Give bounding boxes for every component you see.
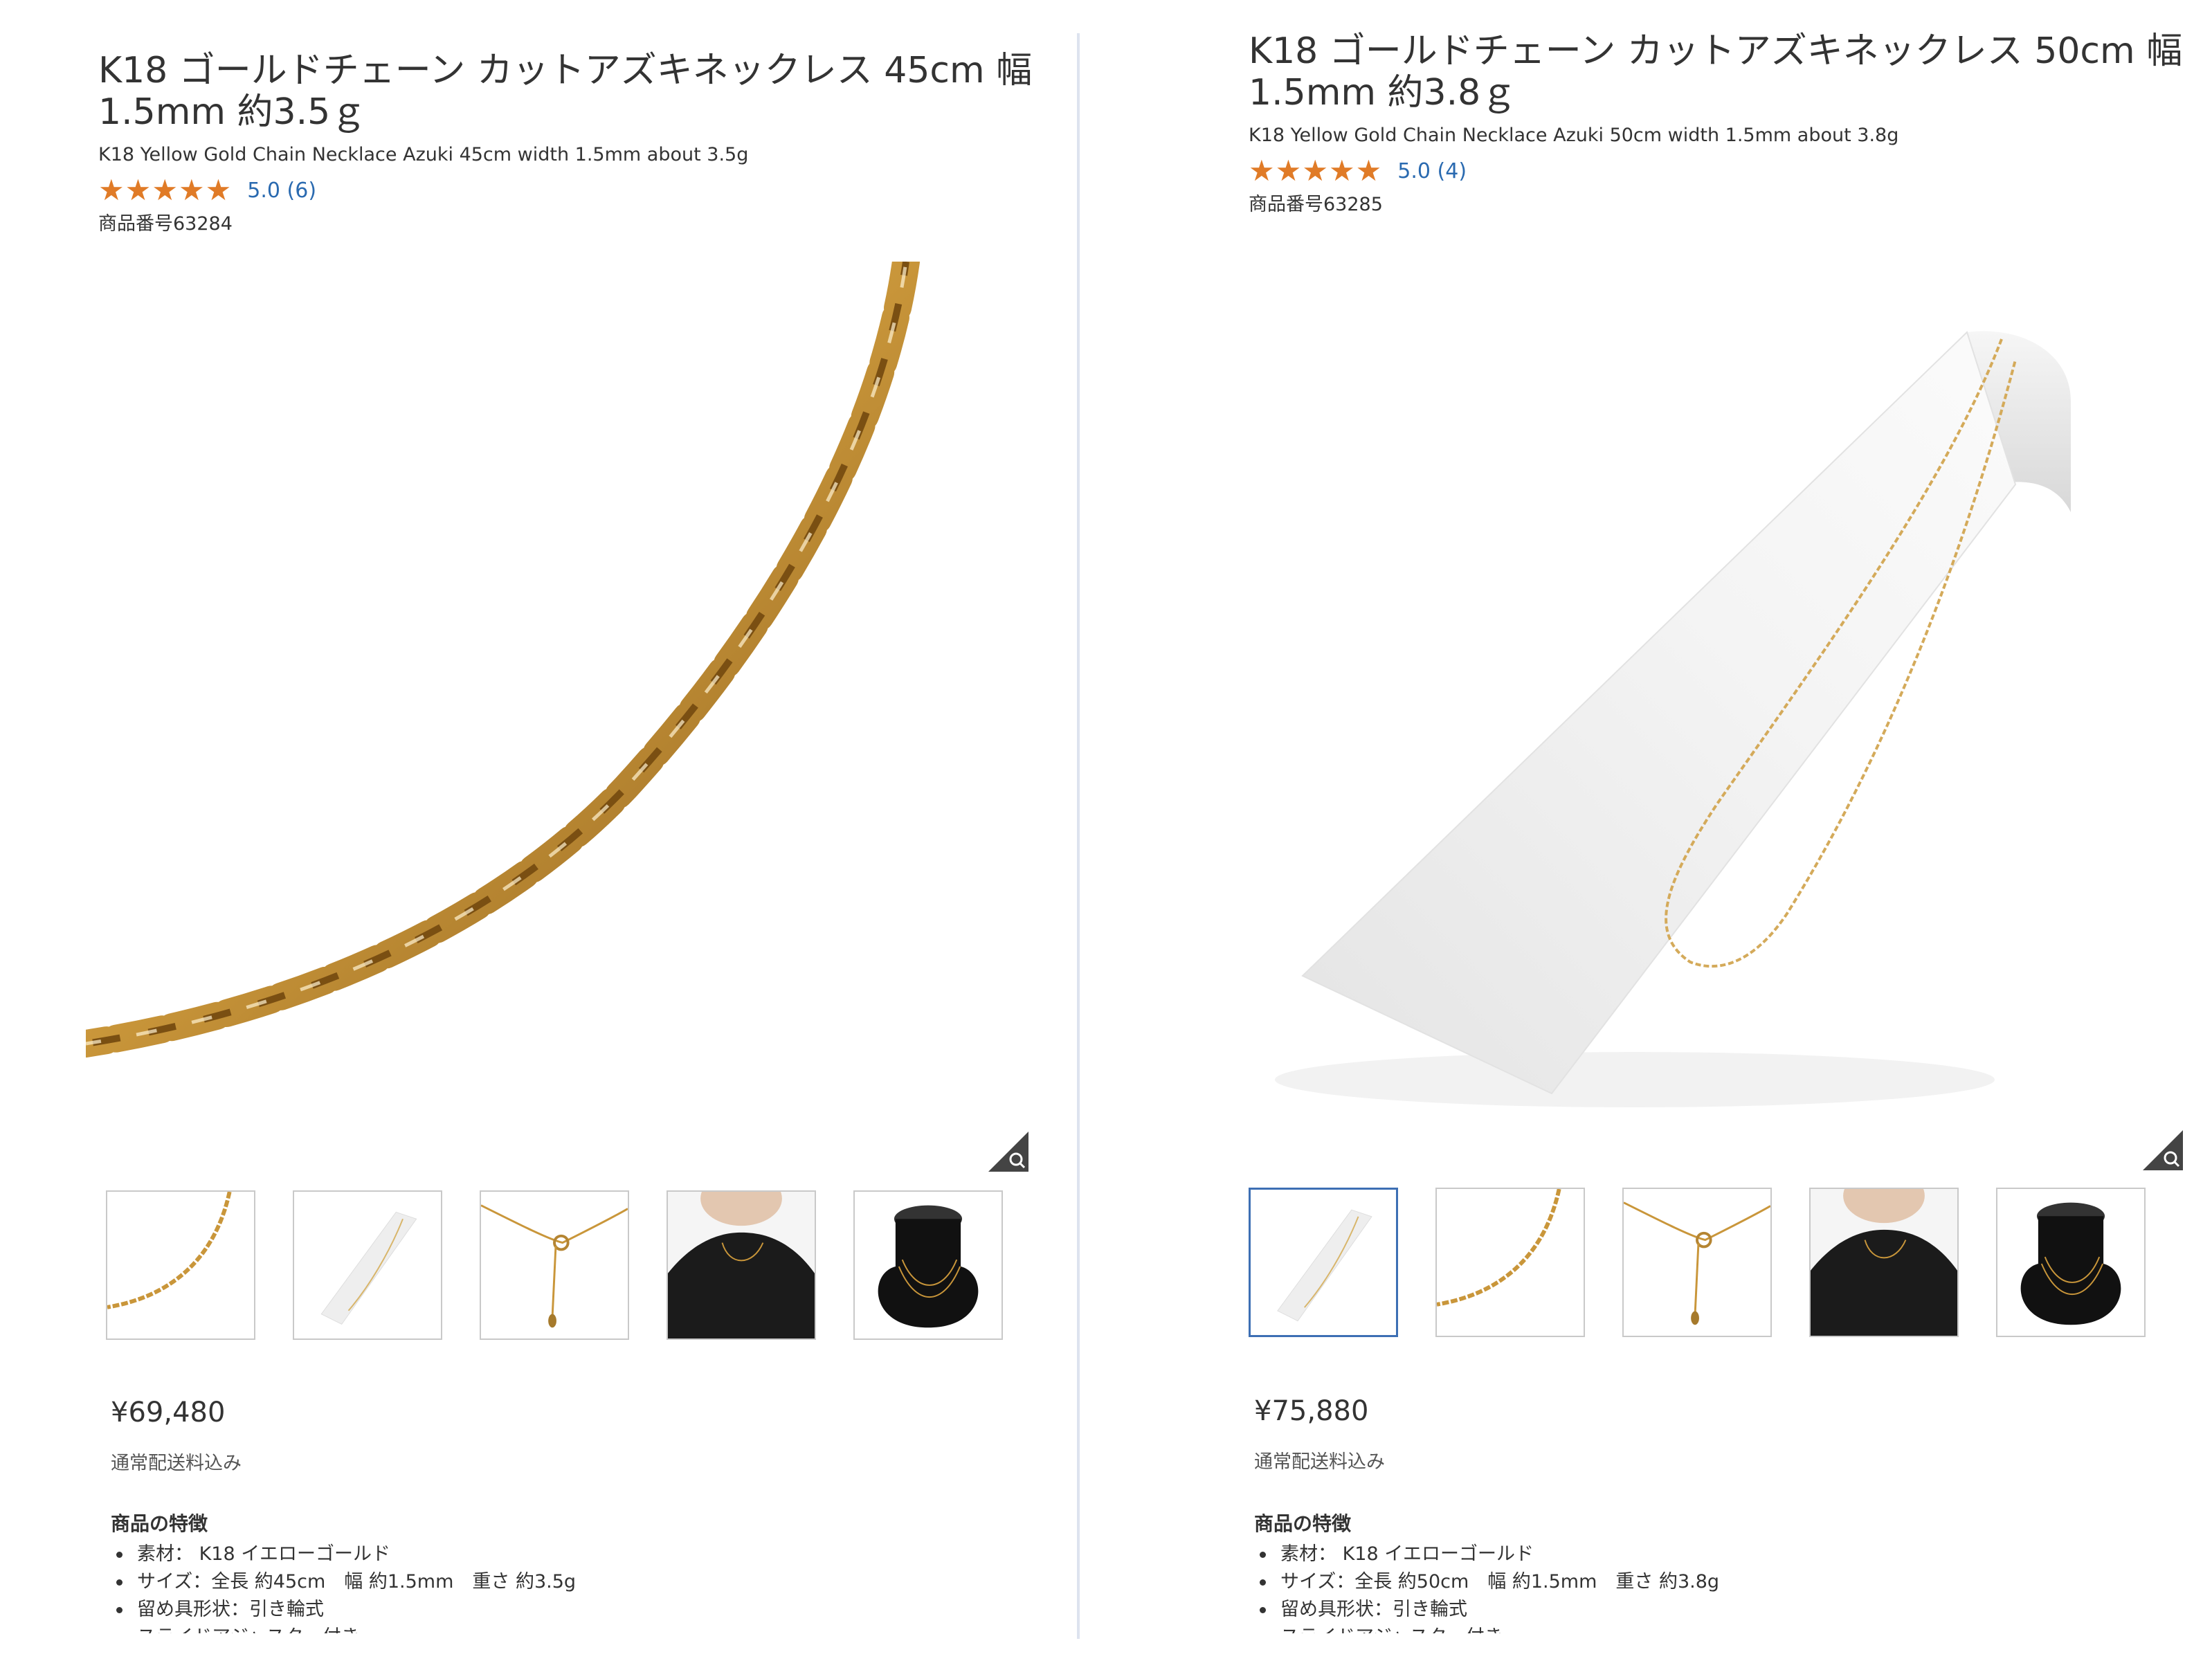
- title-line-2: 1.5mm 約3.8ｇ: [1249, 72, 1517, 114]
- product-number: 商品番号63284: [98, 213, 233, 235]
- star-icon: ★: [1328, 154, 1355, 188]
- star-icon: ★: [178, 173, 205, 207]
- thumbnail-strip: [106, 1190, 1040, 1340]
- product-header: K18 ゴールドチェーン カットアズキネックレス 45cm 幅 1.5mm 約3…: [98, 50, 1040, 235]
- star-icon: ★: [1249, 154, 1275, 188]
- review-count-link[interactable]: 5.0 (6): [247, 179, 316, 203]
- rating-row[interactable]: ★ ★ ★ ★ ★ 5.0 (4): [1249, 156, 2212, 186]
- feature-item: 素材： K18 イエローゴールド: [1254, 1541, 1719, 1568]
- features-list: 素材： K18 イエローゴールド サイズ：全長 約50cm 幅 約1.5mm 重…: [1254, 1541, 1719, 1633]
- product-title: K18 ゴールドチェーン カットアズキネックレス 45cm 幅 1.5mm 約3…: [98, 50, 1040, 133]
- main-product-image[interactable]: [1220, 277, 2175, 1135]
- star-icon: ★: [205, 173, 232, 207]
- star-icon: ★: [152, 173, 178, 207]
- feature-item: サイズ：全長 約50cm 幅 約1.5mm 重さ 約3.8g: [1254, 1568, 1719, 1596]
- display-stand-image: [1275, 331, 2071, 1107]
- feature-item: スライドアジャスター付き: [1254, 1624, 1719, 1633]
- thumbnail-strip: [1249, 1188, 2183, 1337]
- thumbnail-model[interactable]: [667, 1190, 816, 1340]
- chain-closeup-image: [86, 262, 920, 1058]
- shipping-note: 通常配送料込み: [1254, 1451, 1385, 1473]
- product-subtitle: K18 Yellow Gold Chain Necklace Azuki 45c…: [98, 144, 749, 165]
- star-icon: ★: [1302, 154, 1328, 188]
- zoom-icon[interactable]: [988, 1132, 1028, 1172]
- title-line-1: K18 ゴールドチェーン カットアズキネックレス 50cm 幅: [1249, 30, 2183, 72]
- feature-item: 留め具形状：引き輪式: [111, 1596, 576, 1624]
- product-header: K18 ゴールドチェーン カットアズキネックレス 50cm 幅 1.5mm 約3…: [1249, 30, 2212, 216]
- thumbnail-chain-closeup[interactable]: [106, 1190, 255, 1340]
- title-line-2: 1.5mm 約3.5ｇ: [98, 91, 367, 133]
- price: ¥69,480: [111, 1397, 226, 1428]
- thumbnail-chain-closeup[interactable]: [1435, 1188, 1585, 1337]
- features-heading: 商品の特徴: [1254, 1512, 1352, 1535]
- thumbnail-clasp[interactable]: [480, 1190, 629, 1340]
- product-panel-45cm: K18 ゴールドチェーン カットアズキネックレス 45cm 幅 1.5mm 約3…: [0, 0, 1077, 1633]
- shipping-note: 通常配送料込み: [111, 1453, 242, 1474]
- thumbnail-model[interactable]: [1809, 1188, 1959, 1337]
- features-heading: 商品の特徴: [111, 1512, 208, 1535]
- thumbnail-display-stand[interactable]: [293, 1190, 442, 1340]
- product-panel-50cm: K18 ゴールドチェーン カットアズキネックレス 50cm 幅 1.5mm 約3…: [1081, 0, 2212, 1633]
- star-rating: ★ ★ ★ ★ ★: [1249, 156, 1382, 186]
- star-rating: ★ ★ ★ ★ ★: [98, 175, 232, 206]
- thumbnail-bust-display[interactable]: [853, 1190, 1003, 1340]
- star-icon: ★: [125, 173, 152, 207]
- panel-divider: [1077, 33, 1080, 1639]
- feature-item: スライドアジャスター付き: [111, 1624, 576, 1633]
- feature-item: サイズ：全長 約45cm 幅 約1.5mm 重さ 約3.5g: [111, 1568, 576, 1596]
- product-number: 商品番号63285: [1249, 194, 1383, 215]
- features-list: 素材： K18 イエローゴールド サイズ：全長 約45cm 幅 約1.5mm 重…: [111, 1541, 576, 1633]
- thumbnail-clasp[interactable]: [1622, 1188, 1772, 1337]
- main-product-image[interactable]: [86, 262, 1027, 1161]
- product-title: K18 ゴールドチェーン カットアズキネックレス 50cm 幅 1.5mm 約3…: [1249, 30, 2212, 114]
- star-icon: ★: [98, 173, 125, 207]
- thumbnail-display-stand[interactable]: [1249, 1188, 1398, 1337]
- title-line-1: K18 ゴールドチェーン カットアズキネックレス 45cm 幅: [98, 50, 1033, 91]
- zoom-icon[interactable]: [2143, 1130, 2183, 1170]
- rating-row[interactable]: ★ ★ ★ ★ ★ 5.0 (6): [98, 175, 1040, 206]
- star-icon: ★: [1275, 154, 1302, 188]
- price: ¥75,880: [1254, 1395, 1369, 1427]
- product-subtitle: K18 Yellow Gold Chain Necklace Azuki 50c…: [1249, 125, 1899, 146]
- feature-item: 留め具形状：引き輪式: [1254, 1596, 1719, 1624]
- review-count-link[interactable]: 5.0 (4): [1397, 159, 1467, 183]
- star-icon: ★: [1355, 154, 1382, 188]
- feature-item: 素材： K18 イエローゴールド: [111, 1541, 576, 1568]
- thumbnail-bust-display[interactable]: [1996, 1188, 2146, 1337]
